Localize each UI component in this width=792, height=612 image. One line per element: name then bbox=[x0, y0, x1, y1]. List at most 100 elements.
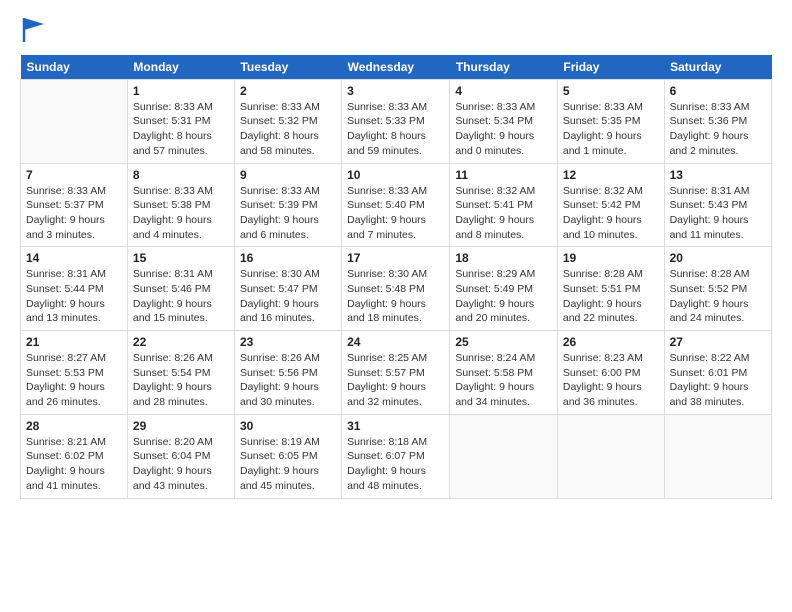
day-number: 8 bbox=[133, 168, 229, 182]
day-info: Sunrise: 8:33 AMSunset: 5:32 PMDaylight:… bbox=[240, 100, 336, 159]
day-info: Sunrise: 8:28 AMSunset: 5:52 PMDaylight:… bbox=[670, 267, 766, 326]
day-number: 24 bbox=[347, 335, 444, 349]
day-number: 27 bbox=[670, 335, 766, 349]
day-info: Sunrise: 8:18 AMSunset: 6:07 PMDaylight:… bbox=[347, 435, 444, 494]
day-number: 29 bbox=[133, 419, 229, 433]
calendar-cell: 19Sunrise: 8:28 AMSunset: 5:51 PMDayligh… bbox=[557, 247, 664, 331]
day-info: Sunrise: 8:33 AMSunset: 5:33 PMDaylight:… bbox=[347, 100, 444, 159]
day-number: 7 bbox=[26, 168, 122, 182]
day-number: 5 bbox=[563, 84, 659, 98]
weekday-header: Wednesday bbox=[342, 55, 450, 80]
calendar-cell: 3 Sunrise: 8:33 AMSunset: 5:33 PMDaylight… bbox=[342, 79, 450, 163]
weekday-header: Friday bbox=[557, 55, 664, 80]
day-number: 28 bbox=[26, 419, 122, 433]
day-number: 13 bbox=[670, 168, 766, 182]
day-info: Sunrise: 8:32 AMSunset: 5:42 PMDaylight:… bbox=[563, 184, 659, 243]
calendar-cell: 5 Sunrise: 8:33 AMSunset: 5:35 PMDaylight… bbox=[557, 79, 664, 163]
day-number: 6 bbox=[670, 84, 766, 98]
day-info: Sunrise: 8:28 AMSunset: 5:51 PMDaylight:… bbox=[563, 267, 659, 326]
day-info: Sunrise: 8:21 AMSunset: 6:02 PMDaylight:… bbox=[26, 435, 122, 494]
day-info: Sunrise: 8:30 AMSunset: 5:48 PMDaylight:… bbox=[347, 267, 444, 326]
day-number: 18 bbox=[455, 251, 552, 265]
calendar-cell: 29 Sunrise: 8:20 AMSunset: 6:04 PMDayligh… bbox=[127, 414, 234, 498]
calendar-cell bbox=[664, 414, 771, 498]
day-number: 31 bbox=[347, 419, 444, 433]
day-info: Sunrise: 8:33 AMSunset: 5:34 PMDaylight:… bbox=[455, 100, 552, 159]
day-number: 15 bbox=[133, 251, 229, 265]
day-number: 4 bbox=[455, 84, 552, 98]
day-info: Sunrise: 8:33 AMSunset: 5:37 PMDaylight:… bbox=[26, 184, 122, 243]
logo bbox=[20, 16, 46, 45]
calendar-week-row: 7 Sunrise: 8:33 AMSunset: 5:37 PMDaylight… bbox=[21, 163, 772, 247]
weekday-header: Sunday bbox=[21, 55, 128, 80]
day-number: 14 bbox=[26, 251, 122, 265]
calendar-cell: 22Sunrise: 8:26 AMSunset: 5:54 PMDayligh… bbox=[127, 331, 234, 415]
day-info: Sunrise: 8:32 AMSunset: 5:41 PMDaylight:… bbox=[455, 184, 552, 243]
logo-flag-icon bbox=[22, 16, 46, 44]
calendar-cell: 14 Sunrise: 8:31 AMSunset: 5:44 PMDayligh… bbox=[21, 247, 128, 331]
calendar-table: SundayMondayTuesdayWednesdayThursdayFrid… bbox=[20, 55, 772, 499]
weekday-header: Tuesday bbox=[234, 55, 341, 80]
day-info: Sunrise: 8:24 AMSunset: 5:58 PMDaylight:… bbox=[455, 351, 552, 410]
day-number: 25 bbox=[455, 335, 552, 349]
main-container: SundayMondayTuesdayWednesdayThursdayFrid… bbox=[0, 0, 792, 509]
calendar-cell: 1 Sunrise: 8:33 AMSunset: 5:31 PMDaylight… bbox=[127, 79, 234, 163]
calendar-cell: 20 Sunrise: 8:28 AMSunset: 5:52 PMDayligh… bbox=[664, 247, 771, 331]
calendar-cell: 11 Sunrise: 8:32 AMSunset: 5:41 PMDayligh… bbox=[450, 163, 558, 247]
weekday-header: Saturday bbox=[664, 55, 771, 80]
logo-text-block bbox=[20, 16, 46, 45]
day-number: 30 bbox=[240, 419, 336, 433]
calendar-cell: 21 Sunrise: 8:27 AMSunset: 5:53 PMDayligh… bbox=[21, 331, 128, 415]
day-number: 20 bbox=[670, 251, 766, 265]
page-header bbox=[20, 16, 772, 45]
calendar-cell: 24 Sunrise: 8:25 AMSunset: 5:57 PMDayligh… bbox=[342, 331, 450, 415]
day-info: Sunrise: 8:31 AMSunset: 5:46 PMDaylight:… bbox=[133, 267, 229, 326]
day-info: Sunrise: 8:19 AMSunset: 6:05 PMDaylight:… bbox=[240, 435, 336, 494]
calendar-cell: 23Sunrise: 8:26 AMSunset: 5:56 PMDayligh… bbox=[234, 331, 341, 415]
day-info: Sunrise: 8:33 AMSunset: 5:40 PMDaylight:… bbox=[347, 184, 444, 243]
calendar-header: SundayMondayTuesdayWednesdayThursdayFrid… bbox=[21, 55, 772, 80]
calendar-cell bbox=[21, 79, 128, 163]
calendar-cell: 25 Sunrise: 8:24 AMSunset: 5:58 PMDayligh… bbox=[450, 331, 558, 415]
calendar-week-row: 28 Sunrise: 8:21 AMSunset: 6:02 PMDayligh… bbox=[21, 414, 772, 498]
day-number: 23 bbox=[240, 335, 336, 349]
day-number: 17 bbox=[347, 251, 444, 265]
calendar-cell: 15 Sunrise: 8:31 AMSunset: 5:46 PMDayligh… bbox=[127, 247, 234, 331]
weekday-header: Thursday bbox=[450, 55, 558, 80]
weekday-header: Monday bbox=[127, 55, 234, 80]
day-info: Sunrise: 8:33 AMSunset: 5:35 PMDaylight:… bbox=[563, 100, 659, 159]
calendar-body: 1 Sunrise: 8:33 AMSunset: 5:31 PMDaylight… bbox=[21, 79, 772, 498]
calendar-cell: 4 Sunrise: 8:33 AMSunset: 5:34 PMDaylight… bbox=[450, 79, 558, 163]
calendar-cell: 26Sunrise: 8:23 AMSunset: 6:00 PMDayligh… bbox=[557, 331, 664, 415]
day-info: Sunrise: 8:22 AMSunset: 6:01 PMDaylight:… bbox=[670, 351, 766, 410]
day-number: 9 bbox=[240, 168, 336, 182]
day-info: Sunrise: 8:25 AMSunset: 5:57 PMDaylight:… bbox=[347, 351, 444, 410]
day-number: 12 bbox=[563, 168, 659, 182]
day-number: 3 bbox=[347, 84, 444, 98]
calendar-cell: 8 Sunrise: 8:33 AMSunset: 5:38 PMDaylight… bbox=[127, 163, 234, 247]
day-number: 1 bbox=[133, 84, 229, 98]
day-info: Sunrise: 8:31 AMSunset: 5:44 PMDaylight:… bbox=[26, 267, 122, 326]
logo-name bbox=[20, 16, 46, 49]
day-info: Sunrise: 8:33 AMSunset: 5:38 PMDaylight:… bbox=[133, 184, 229, 243]
calendar-cell: 9 Sunrise: 8:33 AMSunset: 5:39 PMDaylight… bbox=[234, 163, 341, 247]
day-number: 21 bbox=[26, 335, 122, 349]
day-info: Sunrise: 8:33 AMSunset: 5:31 PMDaylight:… bbox=[133, 100, 229, 159]
day-info: Sunrise: 8:20 AMSunset: 6:04 PMDaylight:… bbox=[133, 435, 229, 494]
day-info: Sunrise: 8:33 AMSunset: 5:39 PMDaylight:… bbox=[240, 184, 336, 243]
day-info: Sunrise: 8:29 AMSunset: 5:49 PMDaylight:… bbox=[455, 267, 552, 326]
day-number: 10 bbox=[347, 168, 444, 182]
day-info: Sunrise: 8:33 AMSunset: 5:36 PMDaylight:… bbox=[670, 100, 766, 159]
weekday-row: SundayMondayTuesdayWednesdayThursdayFrid… bbox=[21, 55, 772, 80]
day-info: Sunrise: 8:30 AMSunset: 5:47 PMDaylight:… bbox=[240, 267, 336, 326]
calendar-cell: 31 Sunrise: 8:18 AMSunset: 6:07 PMDayligh… bbox=[342, 414, 450, 498]
calendar-week-row: 1 Sunrise: 8:33 AMSunset: 5:31 PMDaylight… bbox=[21, 79, 772, 163]
calendar-cell: 27 Sunrise: 8:22 AMSunset: 6:01 PMDayligh… bbox=[664, 331, 771, 415]
calendar-cell: 6 Sunrise: 8:33 AMSunset: 5:36 PMDaylight… bbox=[664, 79, 771, 163]
calendar-cell: 17 Sunrise: 8:30 AMSunset: 5:48 PMDayligh… bbox=[342, 247, 450, 331]
calendar-cell: 2Sunrise: 8:33 AMSunset: 5:32 PMDaylight… bbox=[234, 79, 341, 163]
calendar-cell bbox=[450, 414, 558, 498]
calendar-cell: 12 Sunrise: 8:32 AMSunset: 5:42 PMDayligh… bbox=[557, 163, 664, 247]
day-info: Sunrise: 8:27 AMSunset: 5:53 PMDaylight:… bbox=[26, 351, 122, 410]
day-number: 11 bbox=[455, 168, 552, 182]
